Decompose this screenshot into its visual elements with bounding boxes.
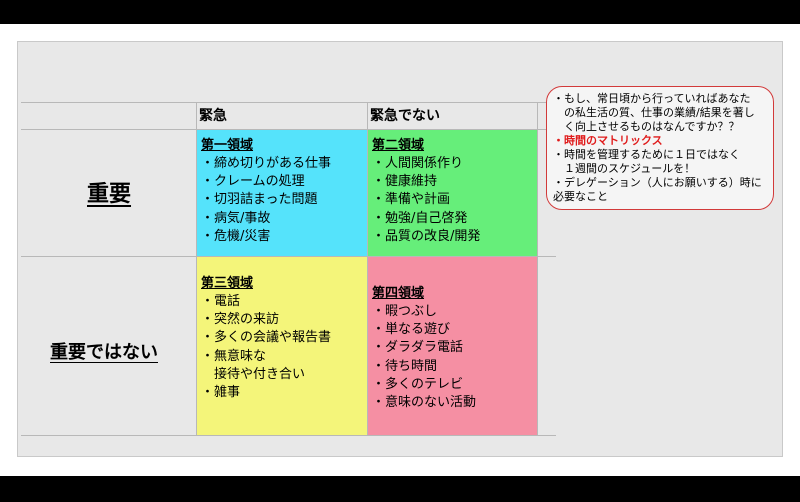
list-item: ・突然の来訪 [201,312,280,328]
list-item: 接待や付き合い [201,366,306,382]
list-item: ・品質の改良/開発 [372,228,481,244]
bottom-letterbox [0,476,800,500]
note-line: の私生活の質、仕事の業績/結果を著し [553,106,755,119]
presentation-stage: 緊急 緊急でない 重要 重要ではない 第一領域 ・締め切りがある仕事 ・クレーム… [0,24,800,498]
list-item: ・クレームの処理 [201,174,305,190]
column-header-not-urgent: 緊急でない [370,108,440,124]
quadrant-list: ・人間関係作り ・健康維持 ・準備や計画 ・勉強/自己啓発 ・品質の改良/開発 [372,155,533,246]
list-item: ・人間関係作り [372,156,464,171]
note-line: １週間のスケジュールを！ [553,162,696,175]
list-item: ・雑事 [201,385,241,401]
note-line-highlight: ・時間のマトリックス [553,134,663,147]
row-label-important: 重要 [87,182,132,207]
quadrant-list: ・電話 ・突然の来訪 ・多くの会議や報告書 ・無意味な 接待や付き合い ・雑事 [201,293,363,402]
grid-line [21,102,556,103]
list-item: ・無意味な [201,348,267,364]
quadrant-title: 第四領域 [372,286,425,301]
list-item: ・危機/災害 [201,228,271,244]
quadrant-3: 第三領域 ・電話 ・突然の来訪 ・多くの会議や報告書 ・無意味な 接待や付き合い… [197,257,367,435]
list-item: ・準備や計画 [372,192,451,208]
list-item: ・締め切りがある仕事 [201,156,332,171]
note-callout: ・もし、常日頃から行っていればあなた の私生活の質、仕事の業績/結果を著し く向… [546,86,774,210]
grid-line [537,102,538,436]
note-line: ・もし、常日頃から行っていればあなた [553,92,751,105]
list-item: ・勉強/自己啓発 [372,210,468,226]
list-item: ・健康維持 [372,174,438,190]
note-line: く向上させるものはなんですか？？ [553,120,740,133]
quadrant-list: ・締め切りがある仕事 ・クレームの処理 ・切羽詰まった問題 ・病気/事故 ・危機… [201,155,363,246]
quadrant-title: 第一領域 [201,138,254,153]
grid-line [21,435,556,436]
slide: 緊急 緊急でない 重要 重要ではない 第一領域 ・締め切りがある仕事 ・クレーム… [17,41,783,457]
row-label-not-important: 重要ではない [50,342,158,363]
list-item: ・意味のない活動 [372,395,477,411]
time-matrix: 緊急 緊急でない 重要 重要ではない 第一領域 ・締め切りがある仕事 ・クレーム… [21,102,556,436]
note-line: 必要なこと [553,190,608,203]
quadrant-4: 第四領域 ・暇つぶし ・単なる遊び ・ダラダラ電話 ・待ち時間 ・多くのテレビ … [368,257,537,435]
note-line: ・時間を管理するために１日ではなく [553,148,740,161]
list-item: ・待ち時間 [372,358,438,374]
quadrant-1: 第一領域 ・締め切りがある仕事 ・クレームの処理 ・切羽詰まった問題 ・病気/事… [197,130,367,256]
list-item: ・切羽詰まった問題 [201,192,318,208]
list-item: ・多くのテレビ [372,376,464,392]
list-item: ・病気/事故 [201,210,271,226]
quadrant-list: ・暇つぶし ・単なる遊び ・ダラダラ電話 ・待ち時間 ・多くのテレビ ・意味のな… [372,303,533,412]
list-item: ・ダラダラ電話 [372,340,464,356]
top-letterbox [0,0,800,24]
list-item: ・電話 [201,294,241,309]
column-header-urgent: 緊急 [199,108,227,124]
note-line: ・デレゲーション（人にお願いする）時に [553,176,762,189]
quadrant-title: 第三領域 [201,276,254,291]
list-item: ・暇つぶし [372,304,438,319]
list-item: ・単なる遊び [372,322,451,338]
quadrant-title: 第二領域 [372,138,425,153]
list-item: ・多くの会議や報告書 [201,330,332,346]
quadrant-2: 第二領域 ・人間関係作り ・健康維持 ・準備や計画 ・勉強/自己啓発 ・品質の改… [368,130,537,256]
